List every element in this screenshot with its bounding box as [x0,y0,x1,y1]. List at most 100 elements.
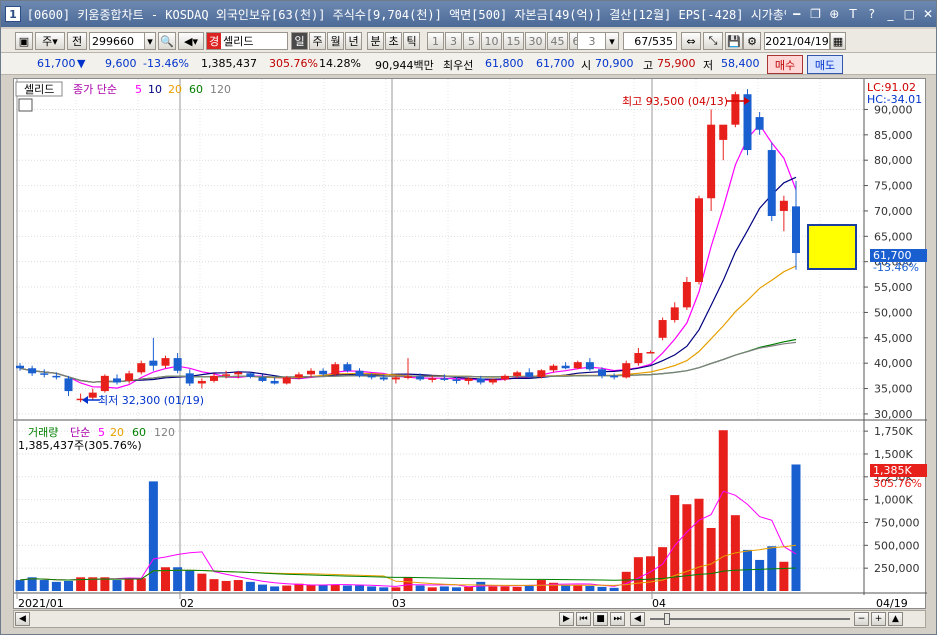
tab-year[interactable]: 년 [345,32,362,50]
first-page-icon[interactable]: ⏮ [576,612,591,626]
open-price: 70,900 [595,57,634,70]
best-ask: 61,700 [536,57,575,70]
stock-code-dropdown-icon[interactable]: ▾ [144,32,156,50]
crosshair-icon[interactable]: ⤡ [703,32,723,50]
candle-body [100,375,109,392]
candle-body [767,150,776,217]
volume-bar [318,584,328,591]
maximize-button[interactable]: □ [901,6,917,22]
minimize-button[interactable]: _ [883,6,899,22]
volume-legend-ma5: 5 [98,426,105,439]
minute-option-45[interactable]: 45 [547,32,568,50]
candle-body [319,370,328,375]
candle-body [537,370,546,377]
candle-body [731,94,740,125]
scroll-left-icon[interactable]: ◀ [15,612,30,626]
volume-legend-ma60: 60 [132,426,146,439]
volume-bar [791,464,801,591]
minute-option-10[interactable]: 10 [481,32,502,50]
tab-week[interactable]: 주 [309,32,326,50]
range-expand-icon[interactable]: ⇔ [681,32,701,50]
candle-body [452,379,461,381]
panel-toggle-icon[interactable]: ▣ [15,32,33,50]
title-bar[interactable]: 1 [0600] 키움종합차트 - KOSDAQ 외국인보유[63(천)] 주식… [1,1,936,27]
candle-body [210,375,218,381]
volume-bar [585,585,595,591]
open-label: 시 [581,59,592,72]
search-icon[interactable]: 🔍 [158,32,176,50]
close-button[interactable]: ✕ [920,6,936,22]
gear-icon[interactable]: ⚙ [743,32,761,50]
candle-body [646,352,655,354]
price-volume-chart[interactable]: 90,00085,00080,00075,00070,00065,00060,0… [14,79,927,610]
candle-body [391,377,400,380]
volume-bar [197,573,207,591]
candle-body [282,377,291,384]
candle-body [440,378,449,380]
volume-ma5-line [19,490,797,588]
tab-day[interactable]: 일 [291,32,308,50]
zoom-slider-left-icon[interactable]: ◀ [630,612,645,626]
volume-tick-label: 750,000 [874,516,920,529]
volume-bar [415,585,425,591]
pin-icon[interactable]: ⊕ [826,6,842,22]
candle-body [695,198,703,282]
price-ma5-line [19,123,797,389]
date-input[interactable]: 2021/04/19 [764,32,830,50]
x-label-apr: 04 [652,597,666,610]
stock-name-field[interactable]: 경 셀리드 [206,32,288,50]
calendar-icon[interactable]: ▦ [830,32,846,50]
best-bid: 61,800 [485,57,524,70]
toolbar-main: ▣ 주 ▾ 전 299660 ▾ 🔍 ◀▾ 경 셀리드 일 주 월 년 분 초 틱… [1,29,936,53]
tab-second[interactable]: 초 [385,32,402,50]
price-tick-label: 85,000 [874,129,913,142]
scroll-up-icon[interactable]: ▲ [888,612,903,626]
legend-stock-name: 셀리드 [24,83,54,96]
volume-bar [633,557,643,591]
scroll-right-icon[interactable]: ▶ [559,612,574,626]
sell-button[interactable]: 매도 [807,55,843,74]
volume-bar [258,584,267,591]
chart-scrollbar[interactable]: ◀ ▶ ⏮ ■ ⏭ ◀ − + ▲ [13,610,926,628]
minute-option-5[interactable]: 5 [463,32,480,50]
zoom-out-icon[interactable]: − [854,612,869,626]
buy-button[interactable]: 매수 [767,55,803,74]
minute-option-30[interactable]: 30 [525,32,546,50]
highlight-box [807,224,857,270]
candle-body [379,377,388,380]
zoom-in-icon[interactable]: + [871,612,886,626]
font-icon[interactable]: T [845,6,861,22]
legend-ma120: 120 [210,83,231,96]
save-icon[interactable]: 💾 [725,32,743,50]
zoom-slider-track[interactable] [650,618,850,620]
interval-input[interactable]: 3 [577,32,607,50]
chart-window: 1 [0600] 키움종합차트 - KOSDAQ 외국인보유[63(천)] 주식… [0,0,937,635]
minute-option-3[interactable]: 3 [445,32,462,50]
sound-icon[interactable]: ◀▾ [178,32,204,50]
zoom-slider-thumb[interactable] [664,613,670,625]
price-tick-label: 75,000 [874,180,913,193]
grid-toggle-icon[interactable] [18,98,33,112]
minute-option-1[interactable]: 1 [427,32,444,50]
interval-dropdown-icon[interactable]: ▾ [605,32,619,50]
candle-body [598,369,606,376]
chart-area[interactable]: 90,000 85,000 80,000 75,000 70,000 65,000 60,0… [13,78,927,610]
volume-bar [403,577,413,591]
restore-icon[interactable]: ❐ [808,6,824,22]
volume-legend-ma20: 20 [110,426,124,439]
help-icon[interactable]: ? [864,6,880,22]
period-select[interactable]: 주 ▾ [35,32,65,50]
tab-minute[interactable]: 분 [367,32,384,50]
prev-button[interactable]: 전 [67,32,87,50]
next-page-icon[interactable]: ⏭ [610,612,625,626]
tab-month[interactable]: 월 [327,32,344,50]
minute-option-15[interactable]: 15 [503,32,524,50]
minimize-icon[interactable]: 🗕 [789,6,805,22]
tab-tick[interactable]: 틱 [403,32,420,50]
volume-bar [282,585,292,591]
candle-body [270,380,279,384]
price-tag-pct: -13.46% [873,261,919,274]
stop-icon[interactable]: ■ [593,612,608,626]
candle-body [792,206,800,254]
high-price: 75,900 [657,57,696,70]
